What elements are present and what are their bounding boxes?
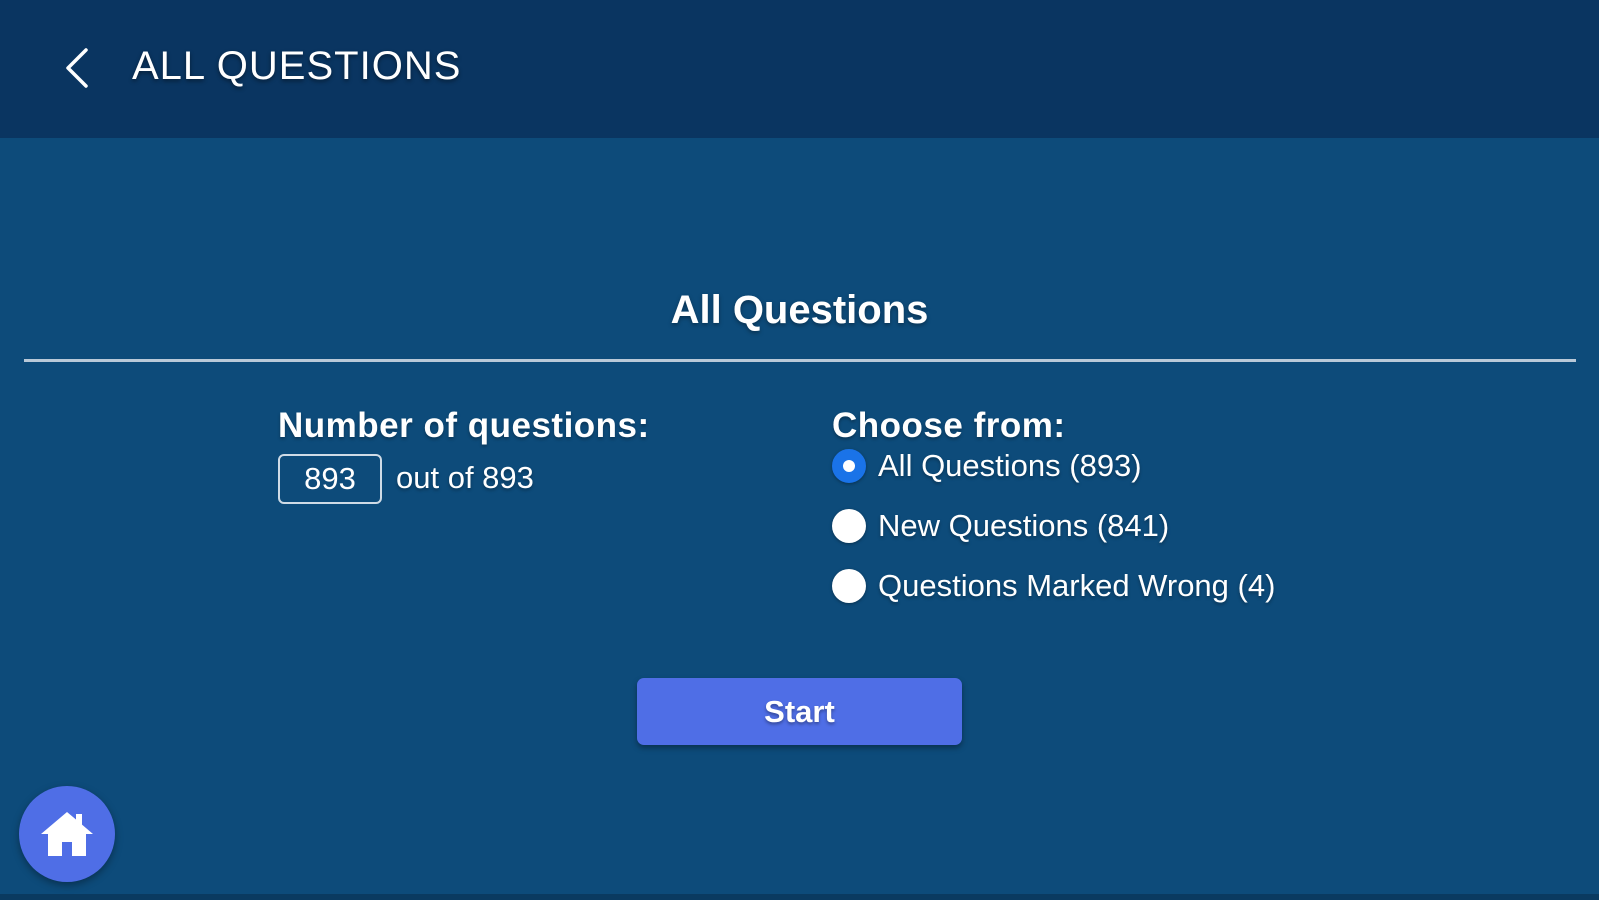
questions-total-text: out of 893: [396, 460, 534, 495]
bottom-border: [0, 894, 1599, 900]
radio-option-label: All Questions (893): [878, 448, 1142, 483]
radio-option-marked-wrong[interactable]: Questions Marked Wrong (4): [832, 565, 1275, 607]
divider: [24, 359, 1576, 362]
main-content: All Questions Number of questions: out o…: [0, 138, 1599, 900]
section-title: All Questions: [670, 288, 929, 332]
number-of-questions-input[interactable]: [278, 454, 382, 504]
radio-button-selected[interactable]: [832, 449, 866, 483]
number-of-questions-label: Number of questions:: [278, 406, 650, 445]
start-button[interactable]: Start: [637, 678, 962, 745]
radio-option-label: Questions Marked Wrong (4): [878, 568, 1276, 603]
radio-button[interactable]: [832, 569, 866, 603]
home-button[interactable]: [19, 786, 115, 882]
home-icon: [41, 812, 93, 856]
radio-option-label: New Questions (841): [878, 508, 1170, 543]
radio-option-all-questions[interactable]: All Questions (893): [832, 445, 1142, 487]
back-button[interactable]: [56, 44, 100, 92]
radio-option-new-questions[interactable]: New Questions (841): [832, 505, 1169, 547]
chevron-left-icon: [66, 48, 88, 88]
page-title: ALL QUESTIONS: [132, 44, 462, 88]
top-app-bar: ALL QUESTIONS: [0, 0, 1599, 138]
radio-button[interactable]: [832, 509, 866, 543]
choose-from-label: Choose from:: [832, 406, 1066, 445]
